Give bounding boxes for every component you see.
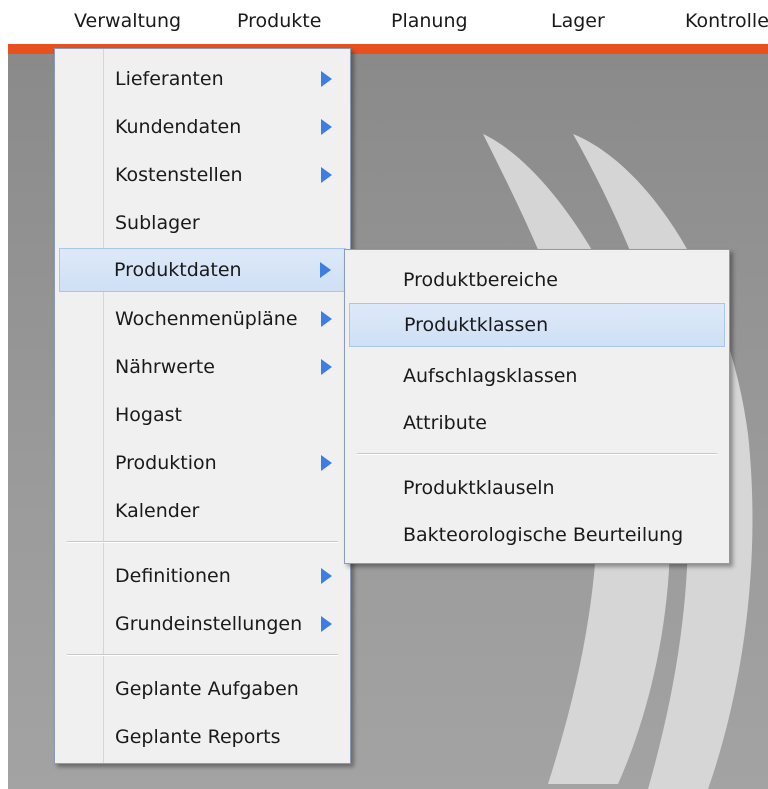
menu-item-label: Grundeinstellungen <box>115 613 303 635</box>
submenu-item-produktklassen[interactable]: Produktklassen <box>349 303 725 347</box>
menu-item-label: Hogast <box>115 404 182 426</box>
menu-item-label: Geplante Reports <box>115 726 281 748</box>
menu-planung[interactable]: Planung <box>391 10 468 32</box>
menu-separator <box>67 654 338 656</box>
menu-item-label: Produktion <box>115 452 217 474</box>
menu-item-label: Produktdaten <box>114 259 242 281</box>
menu-item-produktion[interactable]: Produktion <box>57 441 348 485</box>
menu-item-label: Kostenstellen <box>115 164 243 186</box>
menu-item-hogast[interactable]: Hogast <box>57 393 348 437</box>
submenu-item-aufschlagsklassen[interactable]: Aufschlagsklassen <box>347 354 727 398</box>
menu-item-label: Bakteorologische Beurteilung <box>403 524 684 546</box>
menu-item-lieferanten[interactable]: Lieferanten <box>57 57 348 101</box>
submenu-item-attribute[interactable]: Attribute <box>347 401 727 445</box>
menu-item-label: Produktklassen <box>404 314 549 336</box>
menu-item-label: Wochenmenüpläne <box>115 308 298 330</box>
menu-separator <box>357 453 717 455</box>
menu-kontrolle[interactable]: Kontrolle <box>685 10 768 32</box>
submenu-arrow-icon <box>321 167 332 183</box>
submenu-arrow-icon <box>321 359 332 375</box>
menu-item-label: Produktklauseln <box>403 477 555 499</box>
menu-item-naehrwerte[interactable]: Nährwerte <box>57 345 348 389</box>
menu-item-label: Sublager <box>115 212 200 234</box>
menu-item-label: Aufschlagsklassen <box>403 365 578 387</box>
menu-produkte[interactable]: Produkte <box>237 10 321 32</box>
menu-item-grundeinstellungen[interactable]: Grundeinstellungen <box>57 602 348 646</box>
menu-item-kundendaten[interactable]: Kundendaten <box>57 105 348 149</box>
menu-item-label: Kalender <box>115 500 200 522</box>
menu-item-produktdaten[interactable]: Produktdaten <box>59 248 346 292</box>
menu-item-kostenstellen[interactable]: Kostenstellen <box>57 153 348 197</box>
menu-item-sublager[interactable]: Sublager <box>57 201 348 245</box>
menu-separator <box>67 541 338 543</box>
menu-verwaltung[interactable]: Verwaltung <box>74 10 181 32</box>
submenu-arrow-icon <box>321 311 332 327</box>
submenu-arrow-icon <box>321 616 332 632</box>
submenu-arrow-icon <box>321 119 332 135</box>
menu-item-label: Lieferanten <box>115 68 224 90</box>
top-menu-bar: Verwaltung Produkte Planung Lager Kontro… <box>0 0 768 44</box>
menu-item-wochenmenueplaene[interactable]: Wochenmenüpläne <box>57 297 348 341</box>
submenu-item-produktklauseln[interactable]: Produktklauseln <box>347 466 727 510</box>
submenu-item-produktbereiche[interactable]: Produktbereiche <box>347 258 727 302</box>
menu-item-label: Attribute <box>403 412 487 434</box>
menu-lager[interactable]: Lager <box>551 10 605 32</box>
menu-item-definitionen[interactable]: Definitionen <box>57 554 348 598</box>
menu-item-kalender[interactable]: Kalender <box>57 489 348 533</box>
menu-item-label: Kundendaten <box>115 116 242 138</box>
menu-item-geplante-reports[interactable]: Geplante Reports <box>57 715 348 759</box>
submenu-arrow-icon <box>321 71 332 87</box>
submenu-arrow-icon <box>321 455 332 471</box>
menu-item-label: Nährwerte <box>115 356 215 378</box>
menu-item-geplante-aufgaben[interactable]: Geplante Aufgaben <box>57 667 348 711</box>
menu-item-label: Geplante Aufgaben <box>115 678 299 700</box>
verwaltung-dropdown-menu: Lieferanten Kundendaten Kostenstellen Su… <box>54 48 351 764</box>
submenu-arrow-icon <box>321 568 332 584</box>
produktdaten-submenu: Produktbereiche Produktklassen Aufschlag… <box>344 249 730 564</box>
menu-item-label: Definitionen <box>115 565 231 587</box>
menu-item-label: Produktbereiche <box>403 269 558 291</box>
submenu-arrow-icon <box>320 262 331 278</box>
submenu-item-bakteorologische-beurteilung[interactable]: Bakteorologische Beurteilung <box>347 513 727 557</box>
